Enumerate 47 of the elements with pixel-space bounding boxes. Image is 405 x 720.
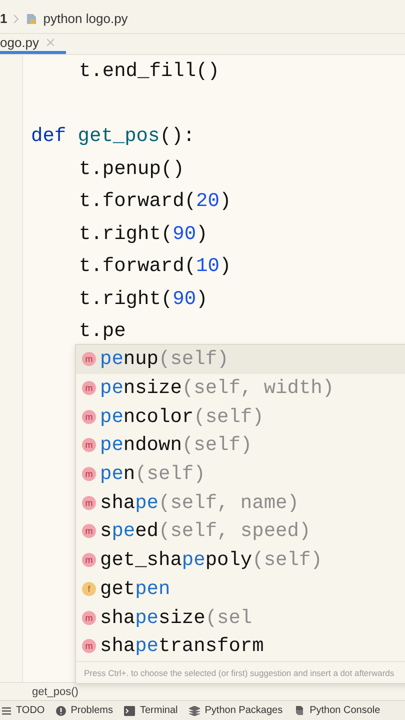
list-icon: [2, 706, 11, 714]
suggestion-item[interactable]: m shapesize(sel: [76, 603, 405, 632]
hint-text: Press Ctrl+. to choose the selected (or first) suggestion and insert a dot afterwards: [76, 660, 405, 683]
method-icon: m: [82, 352, 96, 366]
method-icon: m: [82, 553, 96, 568]
suggestion-item[interactable]: m get_shapepoly(self): [76, 546, 405, 574]
tool-window-button[interactable]: Terminal: [124, 705, 178, 716]
code-line: t.right(90): [78, 286, 209, 312]
tool-window-button[interactable]: Python Console: [294, 705, 380, 716]
function-icon: f: [82, 582, 96, 596]
project-name[interactable]: 1: [0, 11, 8, 26]
tool-window-button[interactable]: Python Packages: [188, 705, 283, 716]
method-icon: m: [82, 524, 96, 538]
method-icon: m: [82, 410, 96, 424]
warning-icon: [56, 706, 66, 716]
suggestion-item[interactable]: m pen(self): [76, 460, 405, 488]
code-line: def get_pos():: [31, 124, 196, 149]
method-icon: m: [82, 496, 96, 510]
breadcrumb[interactable]: get_pos(): [32, 686, 78, 698]
close-icon[interactable]: [47, 39, 54, 46]
python-icon: [294, 705, 305, 716]
method-icon: m: [82, 610, 96, 625]
suggestion-item[interactable]: f getpen: [76, 574, 405, 604]
code-line: t.forward(10): [78, 254, 232, 279]
suggestion-item[interactable]: m pendown(self): [76, 431, 405, 460]
layers-icon: [188, 706, 200, 716]
suggestion-item[interactable]: m shape(self, name): [76, 488, 405, 518]
tool-window-button[interactable]: Problems: [56, 705, 113, 716]
method-icon: m: [82, 639, 96, 654]
suggestion-item[interactable]: m pencolor(self): [76, 402, 405, 432]
terminal-icon: [124, 706, 135, 716]
method-icon: m: [82, 381, 96, 396]
method-icon: m: [82, 467, 96, 482]
suggestion-item[interactable]: m speed(self, speed): [76, 517, 405, 546]
file-name[interactable]: python logo.py: [43, 11, 128, 26]
code-line: t.end_fill(): [78, 59, 220, 84]
tool-window-button[interactable]: TODO: [2, 705, 45, 716]
suggestion-item[interactable]: m pensize(self, width): [76, 374, 405, 402]
method-icon: m: [82, 438, 96, 452]
suggestion-item[interactable]: m shapetransform: [76, 632, 405, 661]
code-line: t.pe: [78, 319, 127, 344]
code-line: t.right(90): [78, 222, 209, 246]
chevron-icon: [13, 14, 20, 24]
suggestion-item[interactable]: m penup(self): [76, 345, 405, 374]
code-line: t.forward(20): [78, 189, 232, 214]
code-line: t.penup(): [78, 156, 186, 182]
python-file-icon: [25, 12, 38, 24]
